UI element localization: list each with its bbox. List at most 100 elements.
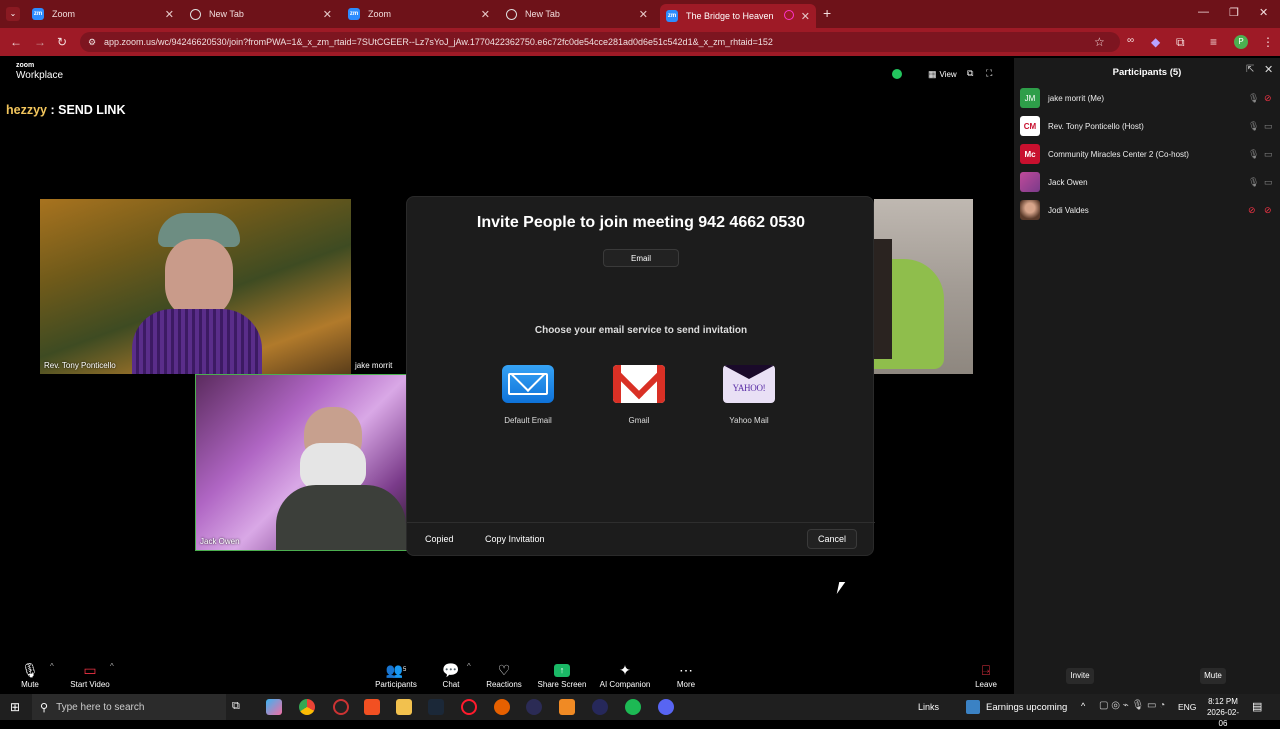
- reload-icon[interactable]: ↻: [57, 35, 67, 49]
- yahoo-mail-option[interactable]: YAHOO! Yahoo Mail: [714, 365, 784, 427]
- close-window-icon[interactable]: ✕: [1259, 6, 1268, 19]
- tab-zoom-1[interactable]: zm Zoom ✕: [26, 3, 180, 25]
- video-tile-jack[interactable]: Jack Owen: [195, 374, 408, 551]
- steam-icon[interactable]: [428, 699, 444, 715]
- invite-button[interactable]: Invite: [1066, 668, 1094, 684]
- brave-icon[interactable]: [364, 699, 380, 715]
- start-video-button[interactable]: ▭ Start Video: [55, 660, 125, 690]
- tile-name: jake morrit: [355, 361, 393, 370]
- close-tab-icon[interactable]: ✕: [323, 8, 332, 21]
- participant-row[interactable]: Mc Community Miracles Center 2 (Co-host)…: [1020, 143, 1274, 165]
- tray-chevron-icon[interactable]: ^: [1081, 701, 1085, 711]
- copy-invitation-button[interactable]: Copy Invitation: [485, 534, 545, 544]
- gmail-option[interactable]: Gmail: [604, 365, 674, 427]
- share-screen-button[interactable]: ↑ Share Screen: [527, 660, 597, 689]
- app-icon[interactable]: [592, 699, 608, 715]
- heart-icon: ♡: [497, 661, 511, 678]
- tray-icons[interactable]: ▢ ◎ ⌁ 🎙 ▭ ◔: [1099, 700, 1165, 711]
- ai-companion-button[interactable]: ✦ AI Companion: [590, 660, 660, 690]
- pip-icon[interactable]: ⧉: [967, 68, 973, 79]
- view-button[interactable]: ▦ View: [928, 69, 957, 80]
- restore-icon[interactable]: ❐: [1229, 6, 1239, 19]
- app-icon[interactable]: [559, 699, 575, 715]
- close-panel-icon[interactable]: ✕: [1264, 63, 1273, 76]
- video-tile-jake[interactable]: jake morrit: [351, 199, 407, 374]
- back-icon[interactable]: ←: [10, 35, 22, 49]
- fullscreen-icon[interactable]: ⛶: [986, 68, 992, 79]
- language-indicator[interactable]: ENG: [1178, 702, 1196, 712]
- zoom-top-bar: zoom Workplace ▦ View ⧉ ⛶: [0, 58, 1014, 88]
- dialog-title: Invite People to join meeting 942 4662 0…: [476, 214, 806, 231]
- microphone-icon: 🎙: [1248, 92, 1260, 103]
- participant-row[interactable]: Jodi Valdes ⊘ ⊘: [1020, 199, 1274, 221]
- close-tab-icon[interactable]: ✕: [639, 8, 648, 21]
- participant-row[interactable]: Jack Owen 🎙 ▭: [1020, 171, 1274, 193]
- links-toolbar[interactable]: Links: [918, 702, 939, 712]
- video-tile-jodi[interactable]: [874, 199, 973, 374]
- encryption-shield-icon[interactable]: [892, 69, 902, 79]
- copied-status: Copied: [425, 534, 454, 544]
- site-info-icon[interactable]: ⚙: [88, 32, 96, 52]
- popout-icon[interactable]: ⇱: [1246, 64, 1254, 75]
- cancel-button[interactable]: Cancel: [807, 529, 857, 549]
- avatar: [1020, 200, 1040, 220]
- banner-sender: hezzyy: [6, 103, 47, 117]
- url-bar[interactable]: ⚙ app.zoom.us/wc/94246620530/join?fromPW…: [80, 32, 1120, 52]
- spotify-icon[interactable]: [625, 699, 641, 715]
- windows-start-icon[interactable]: ⊞: [10, 700, 20, 714]
- close-tab-icon[interactable]: ✕: [481, 8, 490, 21]
- minimize-icon[interactable]: —: [1198, 6, 1209, 18]
- notifications-icon[interactable]: ▤: [1252, 700, 1262, 713]
- firefox-icon[interactable]: [494, 699, 510, 715]
- file-explorer-icon[interactable]: [396, 699, 412, 715]
- task-view-icon[interactable]: ⧉: [232, 700, 240, 713]
- tab-email[interactable]: Email: [603, 249, 679, 267]
- forward-icon[interactable]: →: [34, 35, 46, 49]
- participant-row[interactable]: JM jake morrit (Me) 🎙 ⊘: [1020, 87, 1274, 109]
- extension-icon[interactable]: ◆: [1151, 35, 1160, 49]
- bookmark-star-icon[interactable]: ☆: [1094, 35, 1105, 49]
- taskbar-search-box[interactable]: ⚲ Type here to search: [32, 694, 226, 720]
- opera-icon[interactable]: [461, 699, 477, 715]
- news-widget-icon[interactable]: [966, 700, 980, 714]
- incognito-icon[interactable]: ∞: [1127, 35, 1134, 46]
- news-widget-text[interactable]: Earnings upcoming: [986, 702, 1067, 713]
- tab-new-tab-2[interactable]: New Tab ✕: [500, 3, 654, 25]
- tab-zoom-2[interactable]: zm Zoom ✕: [342, 3, 496, 25]
- microphone-icon: 🎙: [1248, 120, 1260, 131]
- chrome-icon[interactable]: [299, 699, 315, 715]
- default-email-option[interactable]: Default Email: [493, 358, 563, 427]
- participant-row[interactable]: CM Rev. Tony Ponticello (Host) 🎙 ▭: [1020, 115, 1274, 137]
- mute-all-button[interactable]: Mute: [1200, 668, 1226, 684]
- close-tab-icon[interactable]: ✕: [801, 10, 810, 23]
- windows-taskbar: ⊞ ⚲ Type here to search ⧉ Links Earnings…: [0, 694, 1280, 728]
- tab-bridge-to-heaven[interactable]: zm The Bridge to Heaven ✕: [660, 4, 816, 28]
- media-control-icon[interactable]: ≡: [1210, 35, 1217, 49]
- menu-kebab-icon[interactable]: ⋮: [1262, 35, 1274, 49]
- tab-search-icon[interactable]: ⌄: [6, 7, 20, 21]
- shirt: [132, 309, 262, 374]
- profile-avatar[interactable]: P: [1234, 35, 1248, 49]
- exit-door-icon: ⍈: [981, 661, 991, 678]
- close-tab-icon[interactable]: ✕: [165, 8, 174, 21]
- more-button[interactable]: ⋯ More: [651, 660, 721, 690]
- app-icon[interactable]: [526, 699, 542, 715]
- tab-label: New Tab: [525, 9, 560, 19]
- tab-new-tab-1[interactable]: New Tab ✕: [184, 3, 338, 25]
- video-tile-tony[interactable]: Rev. Tony Ponticello: [40, 199, 351, 374]
- mute-options-chevron-icon[interactable]: ^: [50, 662, 54, 671]
- clock-time: 8:12 PM: [1208, 697, 1238, 706]
- zoom-logo-small: zoom: [16, 62, 35, 69]
- banner-message: SEND LINK: [58, 103, 126, 117]
- globe-icon: [190, 8, 201, 20]
- app-icon[interactable]: [333, 699, 349, 715]
- clock-date: 2026-02-06: [1206, 708, 1240, 728]
- extensions-puzzle-icon[interactable]: ⧉: [1176, 35, 1185, 50]
- toolbar-label: More: [676, 680, 696, 689]
- video-options-chevron-icon[interactable]: ^: [110, 662, 114, 671]
- clock[interactable]: 8:12 PM 2026-02-06: [1203, 696, 1243, 729]
- copilot-icon[interactable]: [266, 699, 282, 715]
- leave-button[interactable]: ⍈ Leave: [951, 660, 1021, 690]
- new-tab-icon[interactable]: +: [823, 5, 831, 21]
- discord-icon[interactable]: [658, 699, 674, 715]
